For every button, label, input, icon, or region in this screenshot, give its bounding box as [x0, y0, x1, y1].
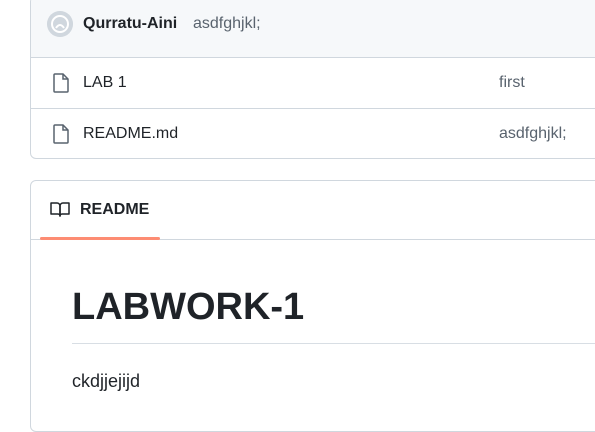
readme-header: README [31, 181, 595, 240]
avatar[interactable] [47, 11, 73, 37]
file-name-link[interactable]: LAB 1 [83, 72, 127, 94]
tab-readme-label: README [80, 201, 150, 218]
user-avatar-icon [47, 11, 73, 37]
file-commit-message-link[interactable]: first [499, 72, 525, 94]
file-list: Qurratu-Aini asdfghjkl; LAB 1 first READ… [30, 0, 595, 159]
readme-paragraph: ckdjjejijd [72, 371, 141, 391]
latest-commit-bar: Qurratu-Aini asdfghjkl; [31, 0, 595, 58]
file-commit-message-link[interactable]: asdfghjkl; [499, 123, 567, 145]
readme-panel: README LABWORK-1 ckdjjejijd [30, 180, 595, 432]
heading-divider [72, 343, 595, 344]
commit-author-link[interactable]: Qurratu-Aini [83, 13, 177, 35]
file-icon [53, 73, 69, 93]
file-row[interactable]: LAB 1 first [31, 58, 595, 109]
tab-readme[interactable]: README [40, 181, 160, 240]
file-icon [53, 124, 69, 144]
file-row[interactable]: README.md asdfghjkl; [31, 109, 595, 158]
readme-heading: LABWORK-1 [72, 286, 305, 328]
file-name-link[interactable]: README.md [83, 123, 178, 145]
active-tab-indicator [40, 237, 160, 240]
book-icon [50, 202, 70, 217]
commit-message-link[interactable]: asdfghjkl; [193, 13, 261, 35]
